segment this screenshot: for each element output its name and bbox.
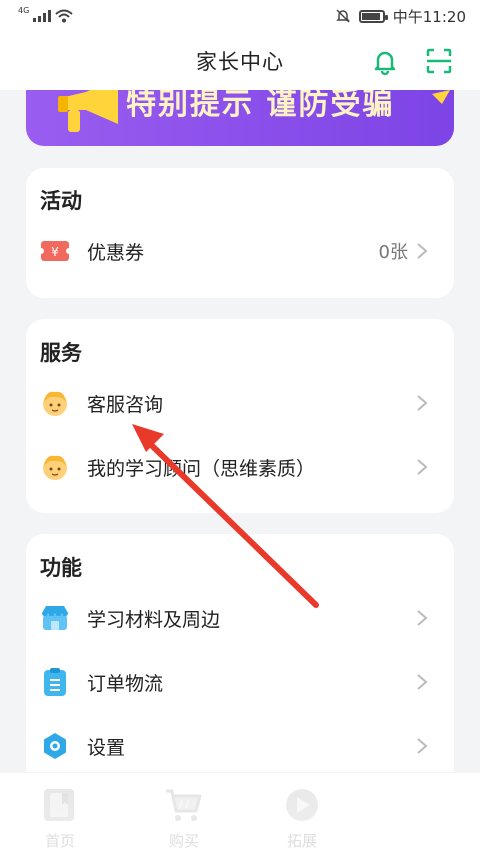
settings-row[interactable]: 设置	[26, 720, 454, 772]
spark-icon	[432, 90, 450, 104]
tab-extend[interactable]: 拓展	[242, 773, 362, 853]
chevron-right-icon	[417, 738, 428, 754]
tab-extend-label: 拓展	[286, 832, 317, 850]
learning-advisor-row[interactable]: 我的学习顾问（思维素质）	[26, 441, 454, 493]
chevron-right-icon	[417, 459, 428, 475]
wifi-icon	[55, 9, 73, 23]
service-title: 服务	[40, 341, 82, 365]
settings-label: 设置	[87, 736, 126, 759]
coupon-label: 优惠券	[87, 241, 145, 264]
materials-row[interactable]: 学习材料及周边	[26, 592, 454, 644]
activity-title: 活动	[40, 189, 82, 213]
network-type: 4G	[18, 5, 30, 15]
megaphone-icon	[58, 90, 118, 132]
chevron-right-icon	[417, 395, 428, 411]
learning-advisor-label: 我的学习顾问（思维素质）	[87, 457, 316, 480]
battery-icon	[358, 9, 388, 23]
coupon-count: 0张	[378, 242, 408, 263]
customer-service-label: 客服咨询	[87, 393, 164, 416]
scan-icon[interactable]	[424, 46, 454, 76]
order-icon	[44, 668, 66, 696]
chevron-right-icon	[417, 243, 428, 259]
status-right: 中午11:20	[335, 6, 466, 27]
advisor-avatar-icon	[43, 455, 67, 480]
anti-fraud-banner[interactable]: 特别提示 谨防受骗	[26, 90, 454, 146]
chevron-right-icon	[417, 610, 428, 626]
advisor-avatar-icon	[43, 391, 67, 416]
customer-service-row[interactable]: 客服咨询	[26, 377, 454, 429]
svg-text:¥: ¥	[51, 245, 59, 259]
chevron-right-icon	[417, 674, 428, 690]
nav-bar: 家长中心	[0, 32, 480, 90]
service-card: 服务 客服咨询 我的学习顾问（思维素质）	[26, 319, 454, 513]
clock: 中午11:20	[392, 7, 466, 26]
coupon-row[interactable]: ¥ 优惠券 0张	[26, 225, 454, 277]
bell-icon[interactable]	[370, 46, 400, 76]
mute-bell-icon	[335, 9, 350, 23]
tab-buy[interactable]: 购买	[124, 773, 244, 853]
settings-icon	[44, 733, 66, 759]
tab-home-label: 首页	[44, 832, 75, 850]
coupon-icon: ¥	[40, 241, 70, 261]
shop-icon	[42, 606, 68, 630]
functions-card: 功能 学习材料及周边 订单物流 设置	[26, 534, 454, 784]
tab-buy-label: 购买	[168, 832, 199, 850]
order-logistics-label: 订单物流	[87, 672, 164, 695]
cart-icon	[166, 789, 202, 821]
status-bar: 4G 中午11:20	[0, 0, 480, 32]
signal-icon	[33, 10, 52, 22]
order-logistics-row[interactable]: 订单物流	[26, 656, 454, 708]
bottom-tab-bar: 首页 购买 拓展	[0, 772, 480, 853]
home-book-icon	[44, 789, 74, 821]
materials-label: 学习材料及周边	[87, 608, 221, 631]
functions-title: 功能	[40, 556, 82, 580]
page-title: 家长中心	[196, 50, 284, 74]
banner-text: 特别提示 谨防受骗	[126, 90, 395, 122]
play-icon	[286, 789, 318, 821]
status-left: 4G	[18, 5, 73, 23]
activity-card: 活动 ¥ 优惠券 0张	[26, 168, 454, 298]
tab-home[interactable]: 首页	[0, 773, 120, 853]
